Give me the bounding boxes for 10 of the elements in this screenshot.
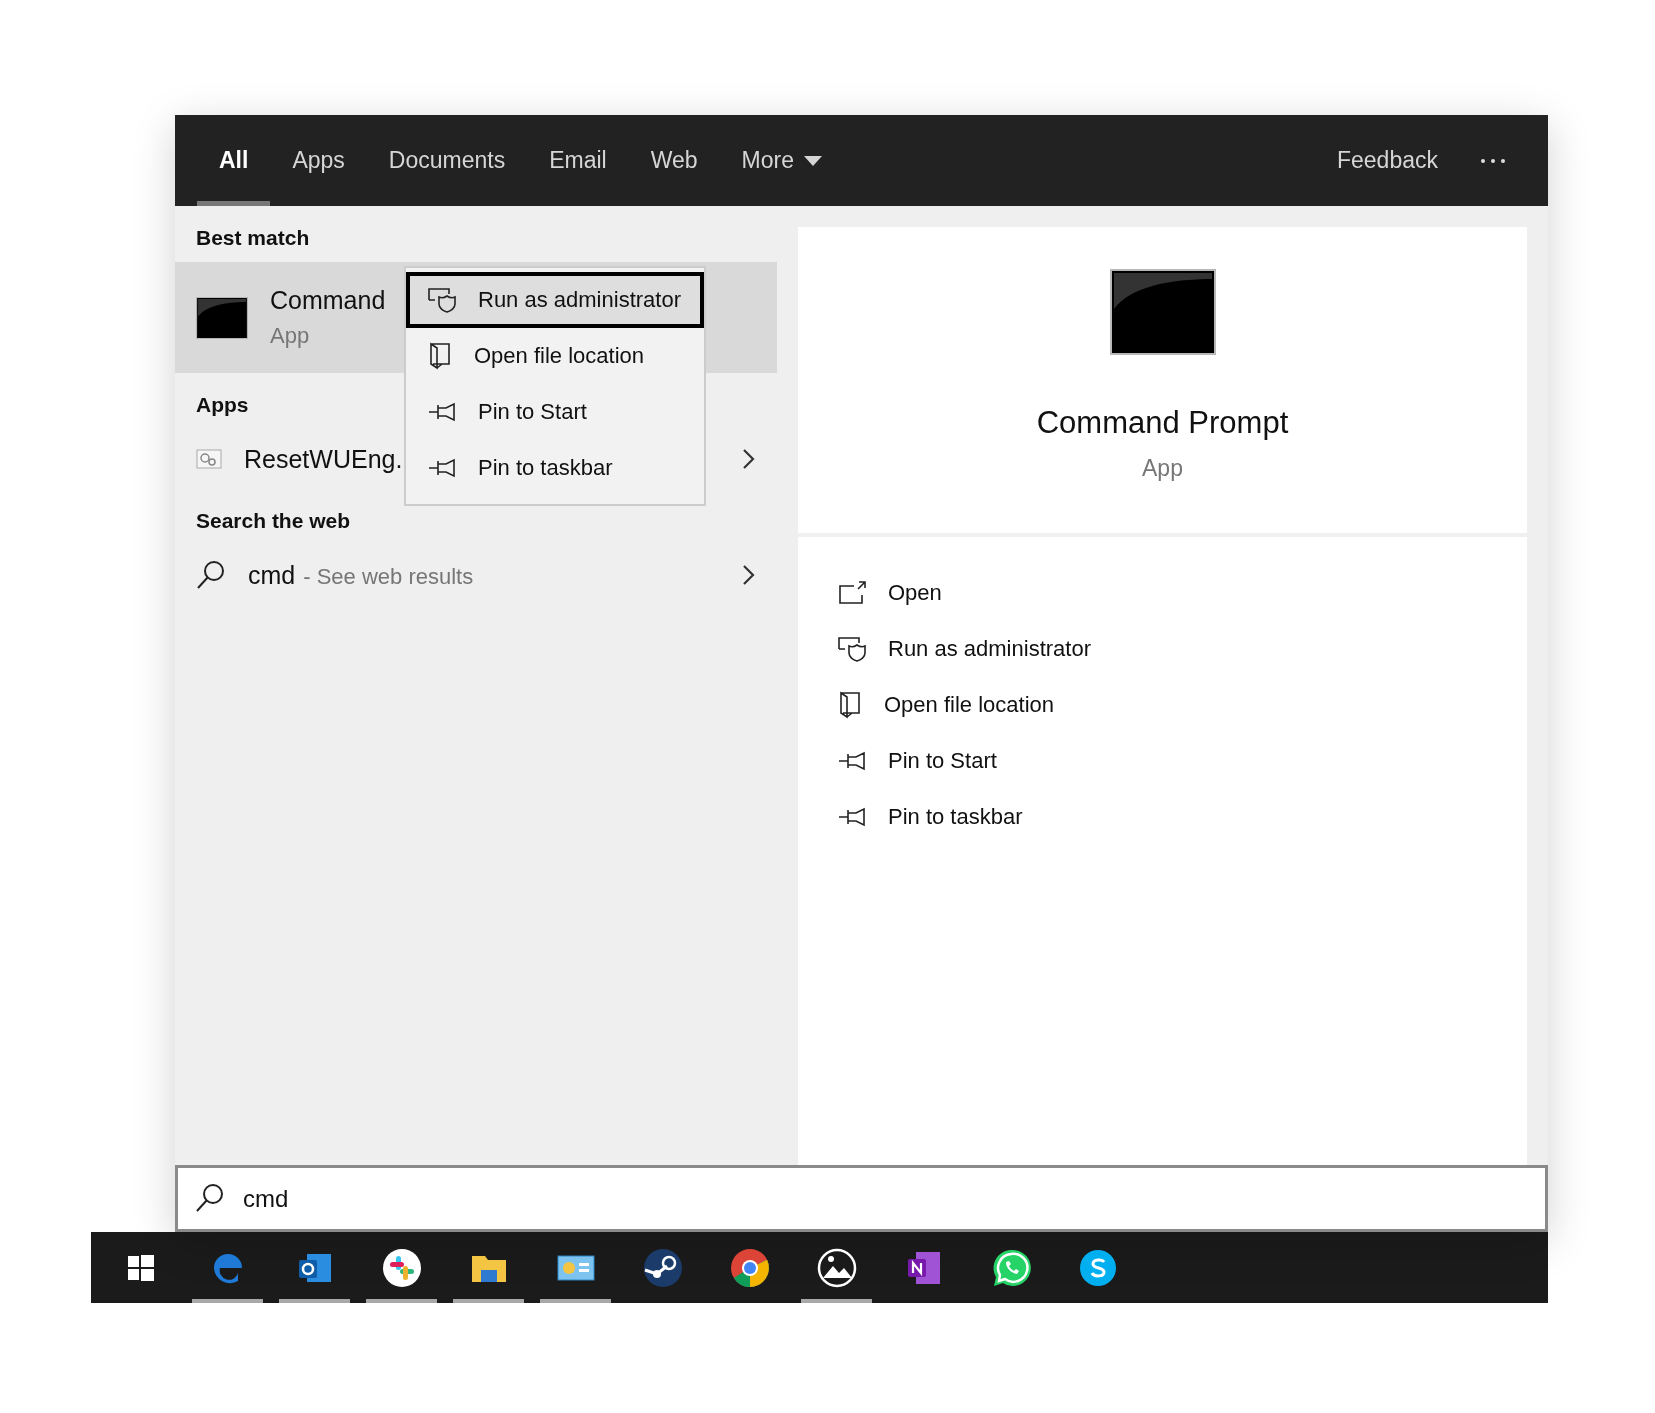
- result-title: Command: [270, 286, 386, 315]
- section-heading: Apps: [196, 393, 249, 417]
- section-heading: Best match: [196, 226, 310, 250]
- section-heading: Search the web: [196, 509, 351, 533]
- result-hint: - See web results: [303, 563, 474, 590]
- result-title: ResetWUEng.: [244, 444, 403, 474]
- app-subtitle: App: [1142, 455, 1183, 482]
- result-subtitle: App: [270, 323, 310, 349]
- result-title: cmd: [248, 560, 296, 590]
- app-title: Command Prompt: [1036, 405, 1289, 441]
